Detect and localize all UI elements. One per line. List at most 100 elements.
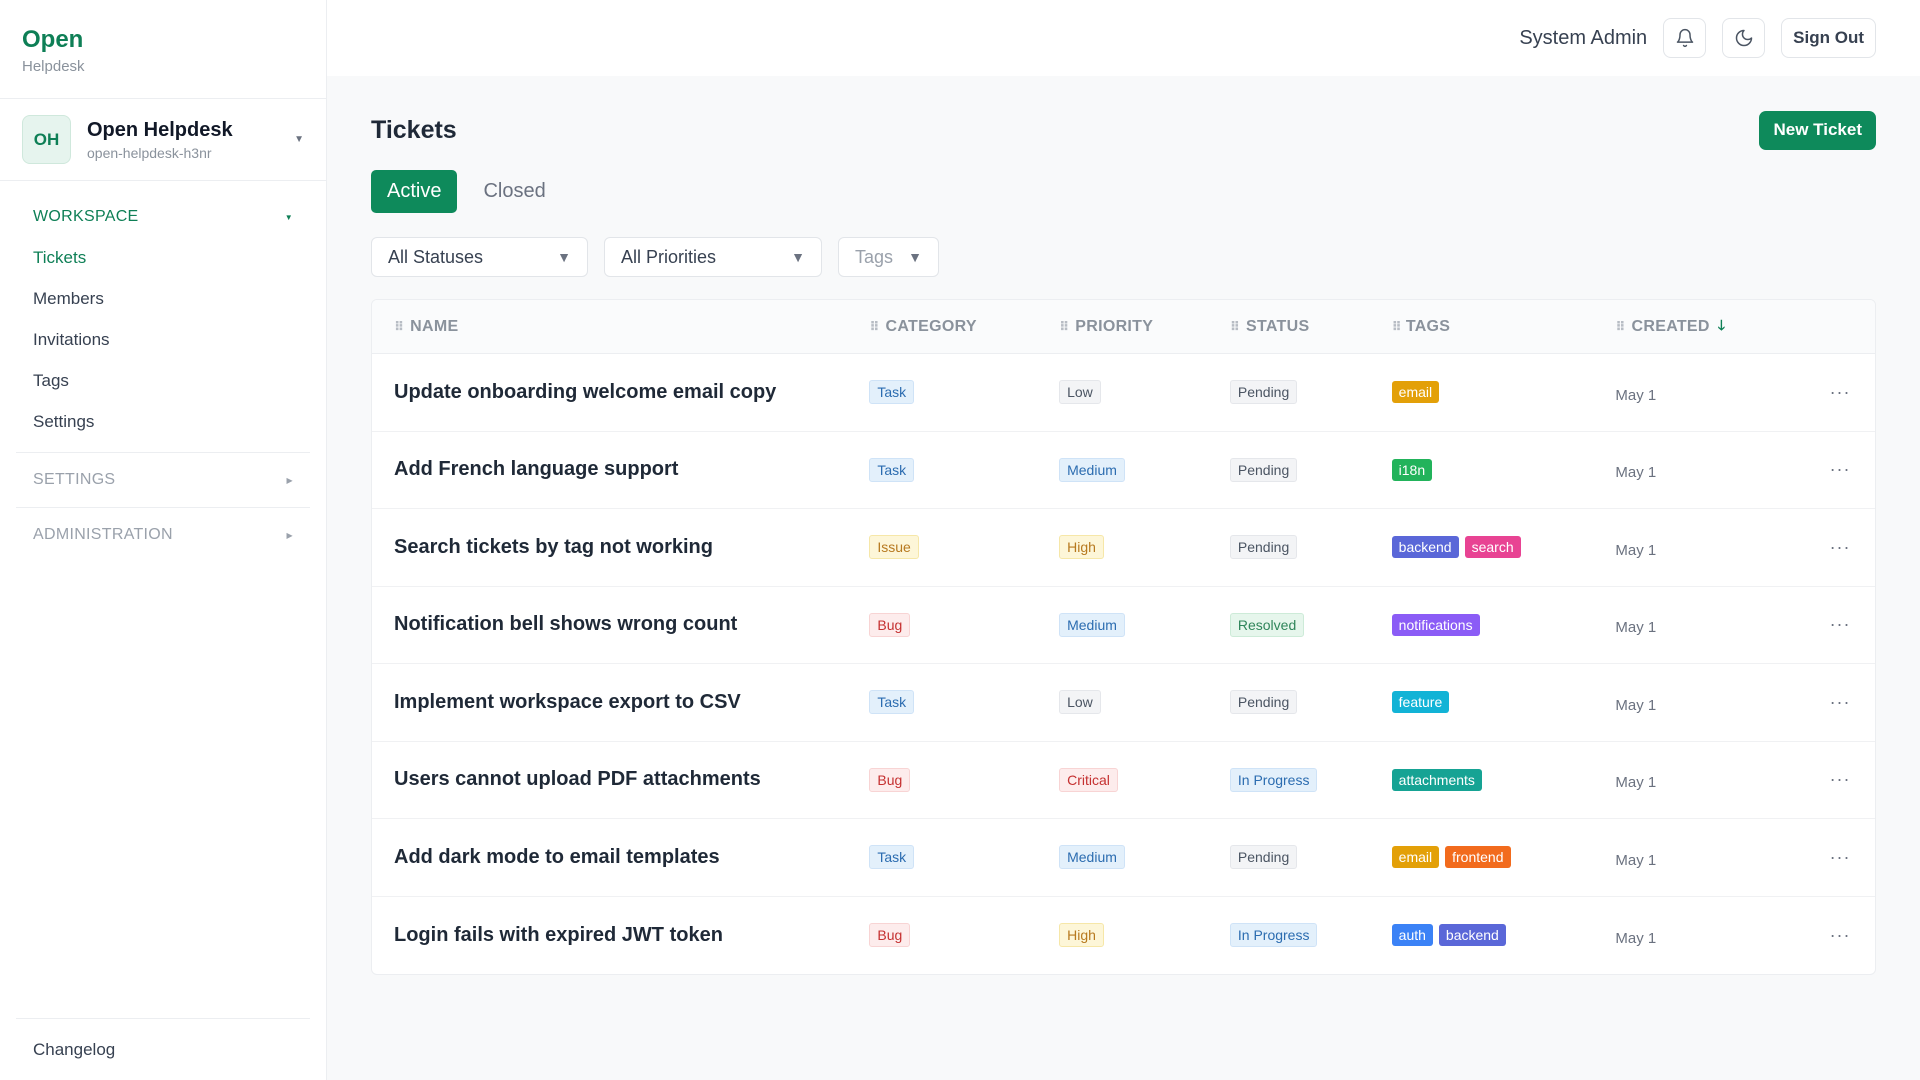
column-header-category-label: CATEGORY bbox=[885, 317, 977, 335]
row-actions-menu-icon[interactable]: ··· bbox=[1805, 925, 1875, 946]
column-header-status[interactable]: ⠿ STATUS bbox=[1230, 318, 1392, 336]
section-settings[interactable]: SETTINGS ▶ bbox=[16, 460, 310, 500]
category-badge: Task bbox=[869, 380, 915, 405]
workspace-switcher[interactable]: OH Open Helpdesk open-helpdesk-h3nr ▼ bbox=[0, 99, 326, 181]
created-date: May 1 bbox=[1615, 851, 1657, 869]
caret-right-icon: ▶ bbox=[286, 530, 293, 540]
column-header-category[interactable]: ⠿ CATEGORY bbox=[869, 318, 1059, 336]
table-row[interactable]: Implement workspace export to CSV Task Low… bbox=[372, 664, 1875, 742]
sidebar-item-tags[interactable]: Tags bbox=[16, 360, 310, 401]
sidebar-item-invitations[interactable]: Invitations bbox=[16, 319, 310, 360]
status-filter[interactable]: All Statuses ▼ bbox=[371, 237, 588, 277]
tag-chip[interactable]: i18n bbox=[1391, 458, 1433, 481]
tickets-table: ⠿ NAME ⠿ CATEGORY ⠿ PRIORITY ⠿ STATUS ⠿ TAGS … bbox=[371, 299, 1876, 975]
status-badge: Pending bbox=[1229, 380, 1298, 405]
priority-badge: Medium bbox=[1059, 457, 1125, 482]
drag-handle-icon[interactable]: ⠿ bbox=[1230, 319, 1240, 335]
triangle-down-icon: ▼ bbox=[791, 249, 805, 265]
created-date: May 1 bbox=[1615, 464, 1657, 482]
table-row[interactable]: Update onboarding welcome email copy Task… bbox=[372, 354, 1875, 432]
tag-chip[interactable]: backend bbox=[1438, 924, 1506, 947]
filters: All Statuses ▼ All Priorities ▼ Tags ▼ bbox=[371, 237, 1876, 277]
row-actions-menu-icon[interactable]: ··· bbox=[1805, 769, 1875, 790]
row-actions-menu-icon[interactable]: ··· bbox=[1805, 537, 1875, 558]
tag-chip[interactable]: email bbox=[1391, 381, 1440, 404]
workspace-slug: open-helpdesk-h3nr bbox=[87, 144, 212, 161]
tag-chip[interactable]: frontend bbox=[1445, 846, 1511, 869]
ticket-name[interactable]: Add French language support bbox=[372, 458, 869, 481]
status-badge: In Progress bbox=[1229, 767, 1318, 792]
table-row[interactable]: Users cannot upload PDF attachments Bug Cr… bbox=[372, 742, 1875, 819]
ticket-name[interactable]: Users cannot upload PDF attachments bbox=[372, 768, 869, 791]
row-actions-menu-icon[interactable]: ··· bbox=[1805, 847, 1875, 868]
table-row[interactable]: Login fails with expired JWT token Bug Hig… bbox=[372, 897, 1875, 975]
category-badge: Bug bbox=[869, 612, 911, 637]
column-header-created[interactable]: ⠿ CREATED 🡓 bbox=[1615, 315, 1805, 339]
brand: Open Helpdesk bbox=[0, 0, 326, 99]
tag-chip[interactable]: search bbox=[1464, 536, 1521, 559]
sidebar-item-settings[interactable]: Settings bbox=[16, 401, 310, 442]
table-row[interactable]: Add dark mode to email templates Task Medi… bbox=[372, 819, 1875, 897]
page-title: Tickets bbox=[371, 115, 457, 144]
column-header-priority-label: PRIORITY bbox=[1075, 317, 1154, 335]
workspace-name: Open Helpdesk bbox=[87, 118, 233, 141]
sign-out-button[interactable]: Sign Out bbox=[1781, 18, 1876, 58]
priority-badge: Critical bbox=[1059, 767, 1118, 792]
created-date: May 1 bbox=[1615, 386, 1657, 404]
column-header-tags[interactable]: ⠿ TAGS bbox=[1392, 318, 1616, 336]
tab-active[interactable]: Active bbox=[371, 170, 458, 213]
brand-title[interactable]: Open bbox=[22, 26, 304, 54]
tag-chip[interactable]: notifications bbox=[1391, 613, 1480, 636]
column-header-name[interactable]: ⠿ NAME bbox=[372, 318, 869, 336]
priority-filter[interactable]: All Priorities ▼ bbox=[604, 237, 822, 277]
caret-down-icon: ▼ bbox=[284, 212, 293, 222]
section-workspace[interactable]: WORKSPACE ▼ bbox=[16, 197, 310, 237]
section-administration[interactable]: ADMINISTRATION ▶ bbox=[16, 515, 310, 555]
row-actions-menu-icon[interactable]: ··· bbox=[1805, 614, 1875, 635]
ticket-name[interactable]: Implement workspace export to CSV bbox=[372, 691, 869, 714]
category-badge: Task bbox=[869, 845, 915, 870]
tab-closed[interactable]: Closed bbox=[467, 170, 561, 213]
tag-chip[interactable]: attachments bbox=[1391, 768, 1482, 791]
priority-badge: High bbox=[1059, 923, 1104, 948]
notifications-button[interactable] bbox=[1663, 18, 1707, 58]
row-actions-menu-icon[interactable]: ··· bbox=[1805, 459, 1875, 480]
ticket-name[interactable]: Login fails with expired JWT token bbox=[372, 924, 869, 947]
column-header-created-label: CREATED bbox=[1631, 317, 1710, 335]
created-date: May 1 bbox=[1615, 929, 1657, 947]
table-row[interactable]: Notification bell shows wrong count Bug Me… bbox=[372, 587, 1875, 664]
status-filter-value: All Statuses bbox=[388, 246, 484, 267]
table-row[interactable]: Add French language support Task Medium Pen… bbox=[372, 432, 1875, 509]
sidebar-item-tickets[interactable]: Tickets bbox=[16, 237, 310, 278]
row-actions-menu-icon[interactable]: ··· bbox=[1805, 382, 1875, 403]
drag-handle-icon[interactable]: ⠿ bbox=[1615, 319, 1625, 335]
changelog-link[interactable]: Changelog bbox=[16, 1018, 310, 1080]
drag-handle-icon[interactable]: ⠿ bbox=[1059, 319, 1069, 335]
ticket-name[interactable]: Notification bell shows wrong count bbox=[372, 613, 869, 636]
drag-handle-icon[interactable]: ⠿ bbox=[394, 319, 404, 335]
category-badge: Bug bbox=[869, 923, 911, 948]
ticket-name[interactable]: Update onboarding welcome email copy bbox=[372, 381, 869, 404]
column-header-priority[interactable]: ⠿ PRIORITY bbox=[1059, 318, 1230, 336]
ticket-name[interactable]: Search tickets by tag not working bbox=[372, 536, 869, 559]
tag-chip[interactable]: feature bbox=[1391, 691, 1450, 714]
drag-handle-icon[interactable]: ⠿ bbox=[869, 319, 879, 335]
sidebar-item-members[interactable]: Members bbox=[16, 278, 310, 319]
tag-chip[interactable]: backend bbox=[1391, 536, 1459, 559]
row-actions-menu-icon[interactable]: ··· bbox=[1805, 692, 1875, 713]
status-badge: Resolved bbox=[1229, 612, 1305, 637]
tags-filter[interactable]: Tags ▼ bbox=[838, 237, 939, 277]
triangle-down-icon: ▼ bbox=[557, 249, 571, 265]
priority-badge: Medium bbox=[1059, 612, 1125, 637]
top-bar: System Admin Sign Out bbox=[327, 0, 1920, 76]
sort-descending-icon[interactable]: 🡓 bbox=[1718, 315, 1726, 339]
ticket-name[interactable]: Add dark mode to email templates bbox=[372, 846, 869, 869]
tag-chip[interactable]: email bbox=[1391, 846, 1440, 869]
drag-handle-icon[interactable]: ⠿ bbox=[1392, 319, 1402, 335]
tag-chip[interactable]: auth bbox=[1391, 924, 1433, 947]
table-row[interactable]: Search tickets by tag not working Issue Hi… bbox=[372, 509, 1875, 587]
new-ticket-button[interactable]: New Ticket bbox=[1759, 110, 1876, 150]
moon-icon bbox=[1735, 29, 1752, 47]
category-badge: Bug bbox=[869, 767, 911, 792]
theme-toggle-button[interactable] bbox=[1722, 18, 1766, 58]
